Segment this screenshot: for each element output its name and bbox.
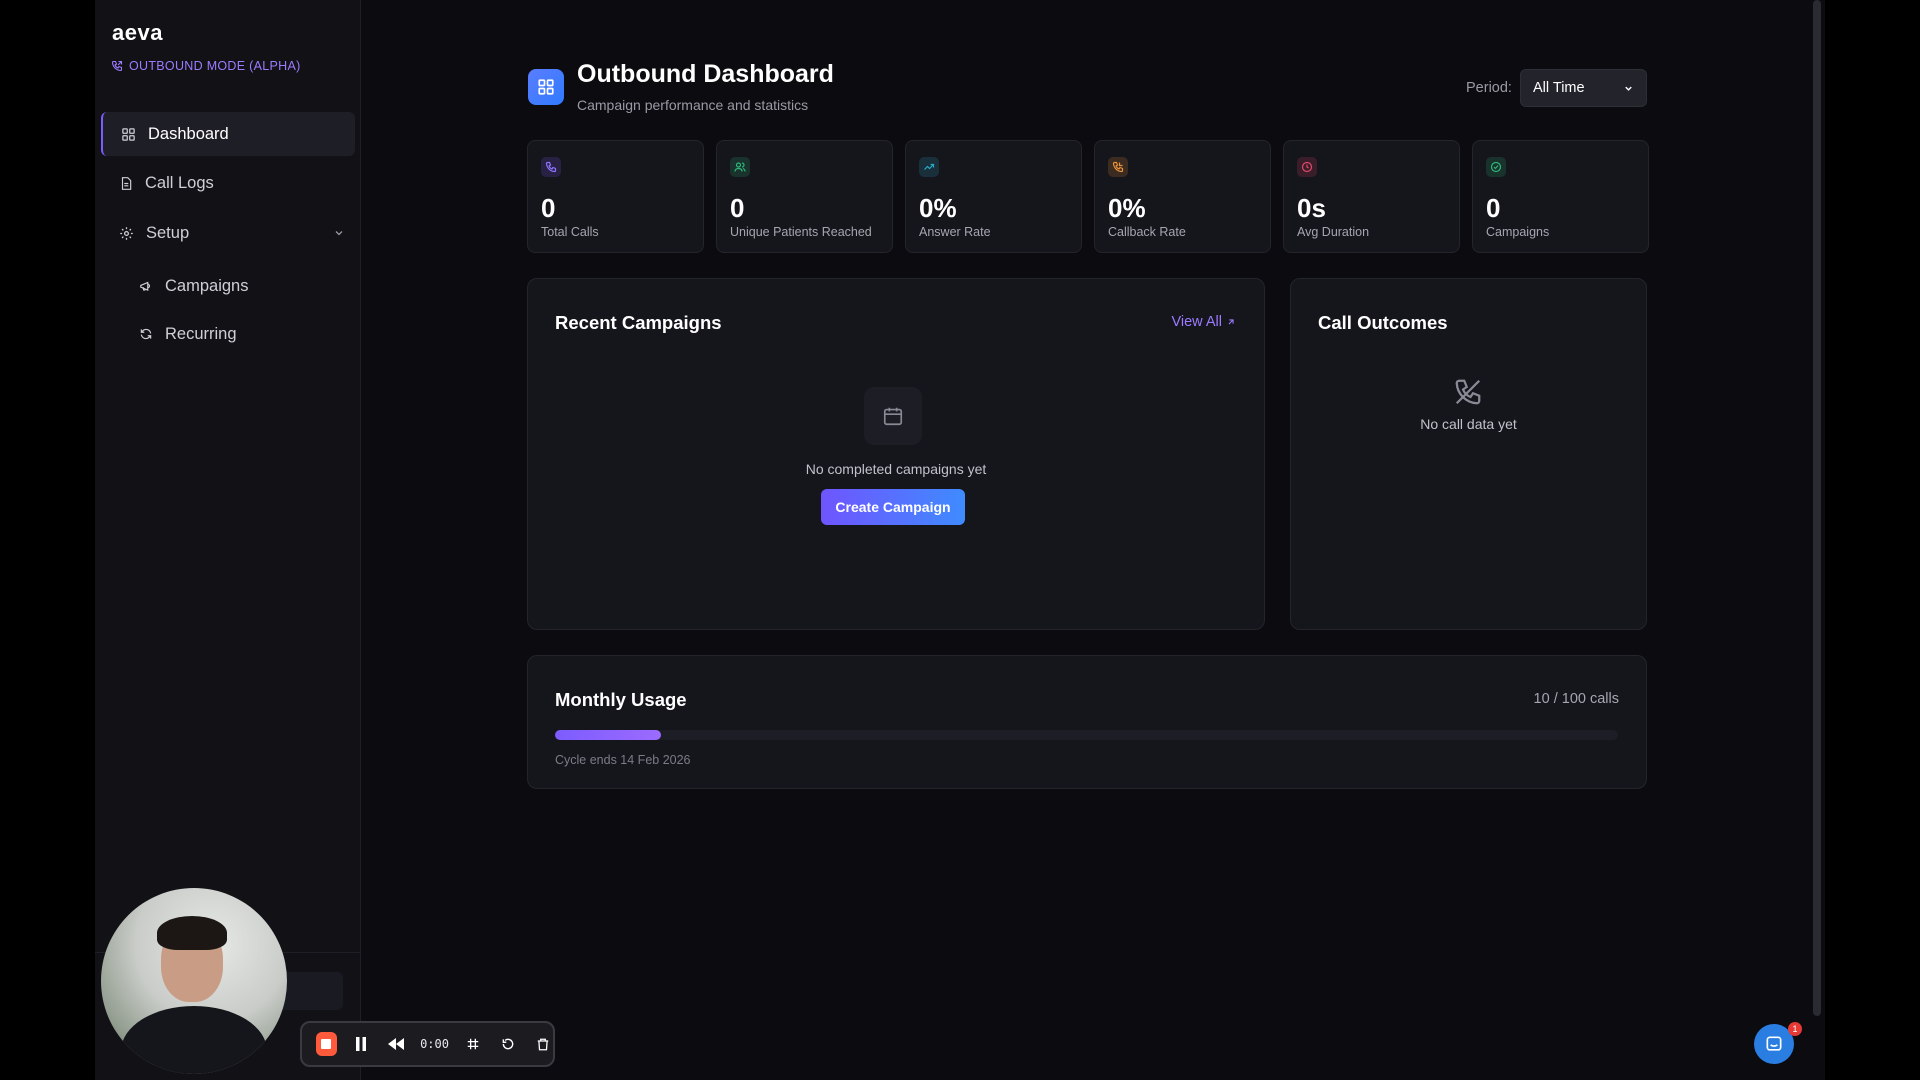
dashboard-grid-icon bbox=[528, 69, 564, 105]
users-icon bbox=[730, 157, 750, 177]
stat-label: Campaigns bbox=[1486, 225, 1550, 239]
period-selected-value: All Time bbox=[1533, 80, 1585, 96]
stat-card-campaigns: 0 Campaigns bbox=[1472, 140, 1649, 253]
left-gutter bbox=[0, 0, 95, 1080]
usage-progress-fill bbox=[555, 730, 662, 740]
stat-label: Avg Duration bbox=[1297, 225, 1370, 239]
stat-card-avg-duration: 0s Avg Duration bbox=[1283, 140, 1460, 253]
stat-value: 0 bbox=[730, 193, 745, 223]
restart-button[interactable] bbox=[498, 1032, 519, 1056]
chat-notification-badge: 1 bbox=[1788, 1022, 1802, 1036]
empty-state-text: No completed campaigns yet bbox=[805, 461, 987, 477]
sidebar-item-campaigns[interactable]: Campaigns bbox=[121, 264, 355, 308]
webcam-person-hair bbox=[157, 916, 227, 950]
usage-progress-track bbox=[555, 730, 1618, 740]
stop-icon bbox=[321, 1039, 332, 1049]
phone-outgoing-icon bbox=[111, 60, 123, 72]
monthly-usage-panel: Monthly Usage 10 / 100 calls Cycle ends … bbox=[527, 655, 1647, 789]
megaphone-icon bbox=[140, 281, 150, 291]
rewind-icon bbox=[387, 1038, 404, 1050]
recording-timer: 0:00 bbox=[420, 1037, 449, 1051]
stat-label: Callback Rate bbox=[1108, 225, 1186, 239]
view-all-label: View All bbox=[1171, 314, 1222, 330]
phone-off-icon bbox=[1453, 377, 1483, 412]
stat-label: Total Calls bbox=[541, 225, 599, 239]
webcam-person-body bbox=[121, 1006, 267, 1074]
period-select[interactable]: All Time bbox=[1520, 69, 1647, 107]
stat-card-answer-rate: 0% Answer Rate bbox=[905, 140, 1082, 253]
calendar-icon bbox=[864, 387, 922, 445]
outbound-mode-badge: OUTBOUND MODE (ALPHA) bbox=[111, 59, 301, 73]
pause-button[interactable] bbox=[351, 1032, 372, 1056]
mode-label: OUTBOUND MODE (ALPHA) bbox=[129, 59, 301, 73]
usage-count: 10 / 100 calls bbox=[1533, 691, 1619, 707]
gear-icon bbox=[120, 226, 133, 240]
stat-value: 0s bbox=[1297, 193, 1326, 223]
clock-icon bbox=[1297, 157, 1317, 177]
app-logo[interactable]: aeva bbox=[112, 20, 163, 46]
phone-icon bbox=[541, 157, 561, 177]
stat-value: 0% bbox=[919, 193, 957, 223]
sidebar-item-label: Call Logs bbox=[145, 173, 214, 192]
dashboard-grid-icon bbox=[122, 127, 135, 141]
sidebar-item-call-logs[interactable]: Call Logs bbox=[101, 161, 355, 205]
sidebar-item-label: Dashboard bbox=[148, 124, 229, 143]
recent-campaigns-panel: Recent Campaigns View All No completed c… bbox=[527, 278, 1265, 630]
check-circle-icon bbox=[1486, 157, 1506, 177]
arrow-up-right-icon bbox=[1228, 319, 1234, 325]
webcam-overlay[interactable] bbox=[101, 888, 287, 1074]
grid-icon bbox=[468, 1038, 479, 1050]
grid-button[interactable] bbox=[463, 1032, 484, 1056]
sidebar-item-dashboard[interactable]: Dashboard bbox=[101, 112, 355, 156]
stat-value: 0% bbox=[1108, 193, 1146, 223]
phone-callback-icon bbox=[1108, 157, 1128, 177]
sidebar-item-label: Recurring bbox=[165, 324, 237, 343]
rewind-button[interactable] bbox=[385, 1032, 406, 1056]
sidebar-item-setup[interactable]: Setup bbox=[101, 211, 355, 255]
panel-title: Monthly Usage bbox=[555, 689, 687, 710]
page-scrollbar[interactable] bbox=[1813, 0, 1821, 1016]
stat-value: 0 bbox=[1486, 193, 1501, 223]
chevron-down-icon[interactable] bbox=[333, 227, 345, 239]
usage-cycle-text: Cycle ends 14 Feb 2026 bbox=[555, 753, 691, 767]
trend-up-icon bbox=[919, 157, 939, 177]
stat-card-total-calls: 0 Total Calls bbox=[527, 140, 704, 253]
sidebar-item-recurring[interactable]: Recurring bbox=[121, 312, 355, 356]
delete-button[interactable] bbox=[532, 1032, 553, 1056]
sidebar-item-label: Campaigns bbox=[165, 276, 249, 295]
stop-recording-button[interactable] bbox=[316, 1032, 337, 1056]
view-all-link[interactable]: View All bbox=[1171, 314, 1236, 330]
restart-icon bbox=[502, 1038, 514, 1050]
call-outcomes-panel: Call Outcomes No call data yet bbox=[1290, 278, 1647, 630]
right-gutter bbox=[1825, 0, 1920, 1080]
page-subtitle: Campaign performance and statistics bbox=[577, 97, 809, 113]
stat-label: Unique Patients Reached bbox=[730, 225, 872, 239]
stat-label: Answer Rate bbox=[919, 225, 991, 239]
stat-card-unique-patients: 0 Unique Patients Reached bbox=[716, 140, 893, 253]
stat-card-callback-rate: 0% Callback Rate bbox=[1094, 140, 1271, 253]
chevron-down-icon bbox=[1625, 86, 1632, 91]
stat-value: 0 bbox=[541, 193, 556, 223]
panel-title: Recent Campaigns bbox=[555, 312, 722, 333]
panel-title: Call Outcomes bbox=[1318, 312, 1448, 333]
period-label: Period: bbox=[1466, 80, 1512, 96]
document-icon bbox=[121, 176, 132, 190]
refresh-icon bbox=[140, 328, 152, 340]
page-title: Outbound Dashboard bbox=[577, 60, 834, 88]
trash-icon bbox=[537, 1038, 548, 1050]
sidebar-item-label: Setup bbox=[146, 223, 190, 242]
pause-icon bbox=[356, 1037, 367, 1051]
chat-icon bbox=[1766, 1036, 1782, 1051]
empty-state-text: No call data yet bbox=[1420, 416, 1517, 432]
recording-toolbar: 0:00 bbox=[300, 1021, 555, 1067]
create-campaign-button[interactable]: Create Campaign bbox=[821, 489, 965, 525]
